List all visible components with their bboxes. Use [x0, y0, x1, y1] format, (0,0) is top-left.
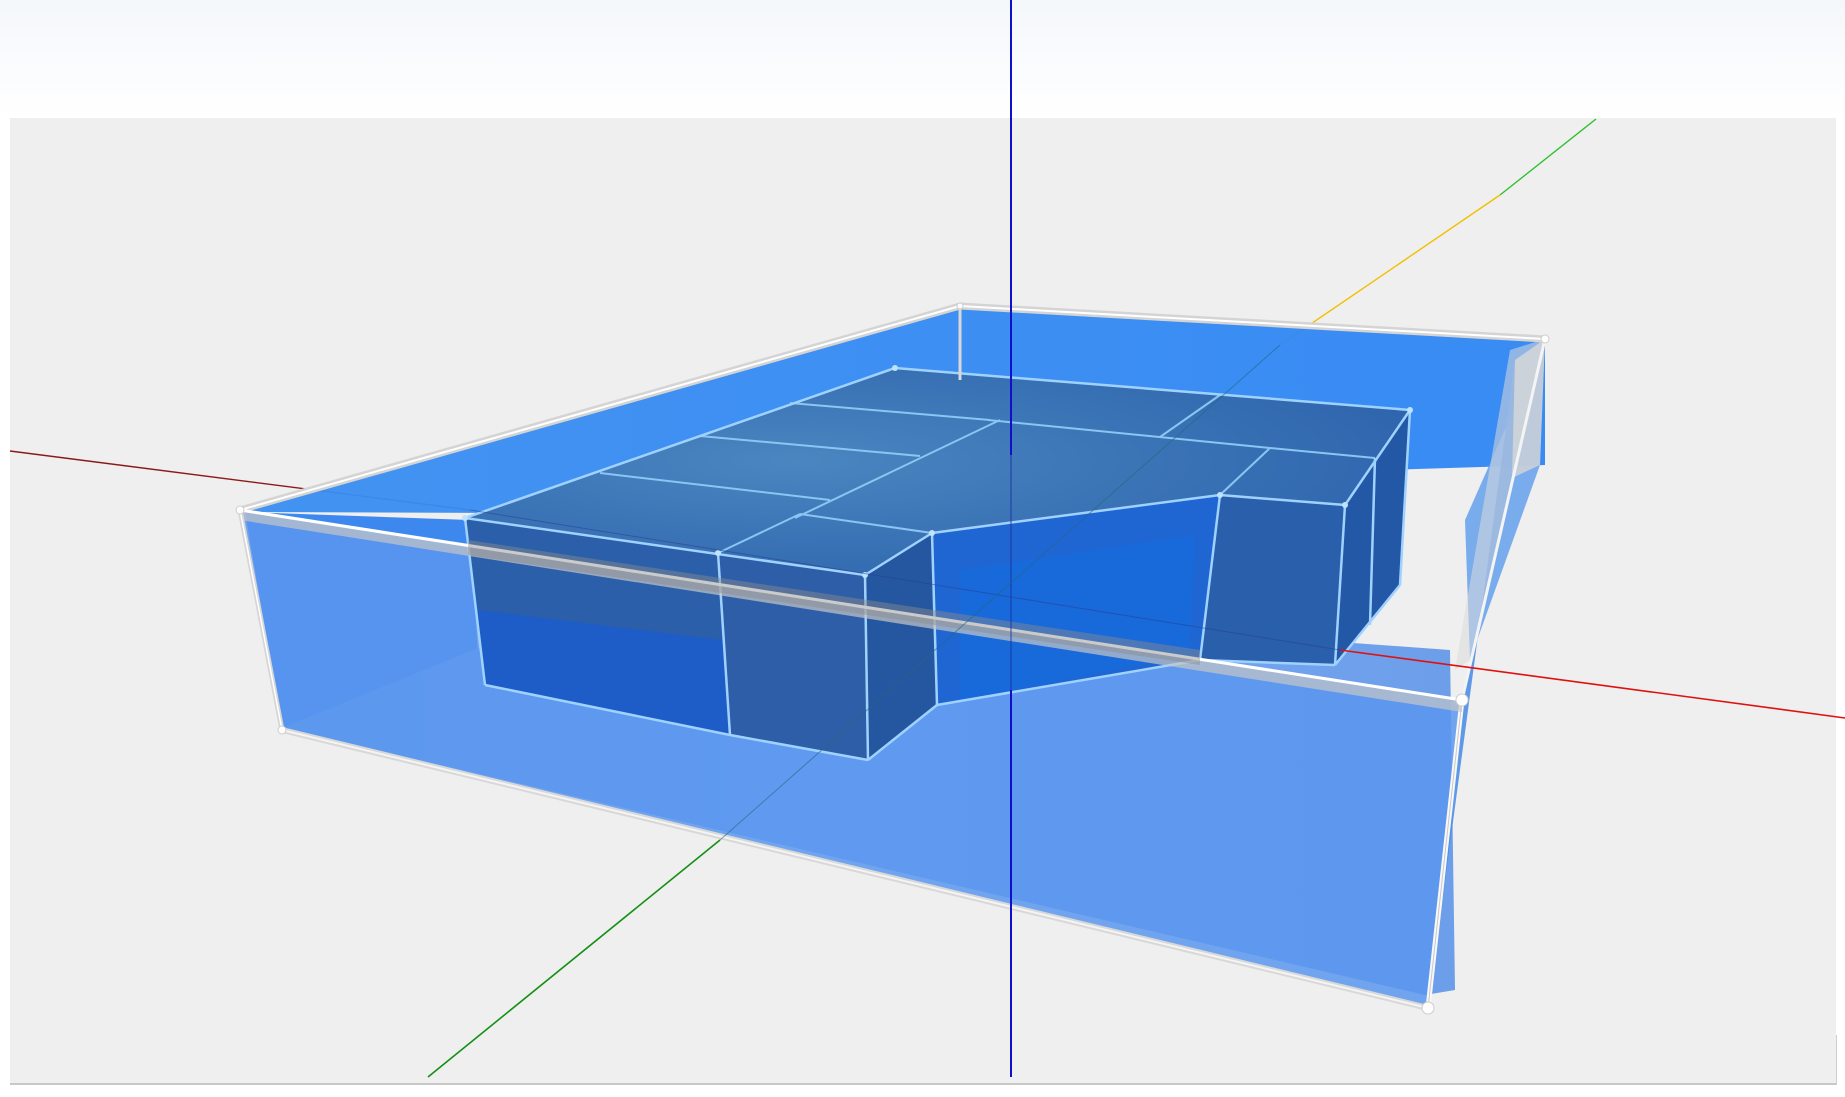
- viewport-right-border: [1836, 1035, 1837, 1085]
- application-window: [0, 0, 1845, 1097]
- y-axis-far-green: [1499, 118, 1597, 196]
- viewport-bottom-border: [10, 1083, 1836, 1085]
- 3d-scene[interactable]: [0, 0, 1845, 1097]
- y-axis-near: [427, 839, 721, 1078]
